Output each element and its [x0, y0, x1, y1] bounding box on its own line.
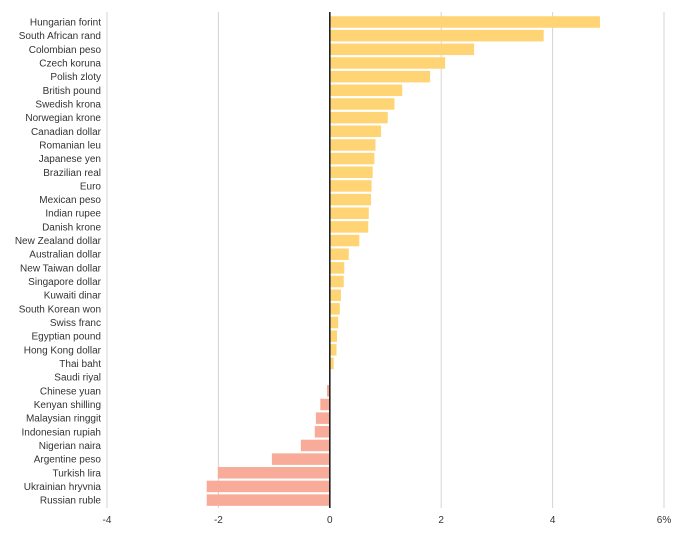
category-label: Saudi riyal: [54, 373, 101, 384]
category-label: Hungarian forint: [30, 18, 101, 29]
bar: [315, 412, 330, 424]
bar: [206, 480, 330, 493]
currency-change-bar-chart: Hungarian forint South African rand Colomb…: [15, 12, 672, 526]
bar: [329, 234, 360, 247]
bar: [329, 139, 376, 151]
category-label: Chinese yuan: [40, 386, 101, 397]
bar: [314, 426, 330, 438]
bar: [329, 303, 340, 315]
bar: [329, 180, 372, 192]
category-label: South African rand: [19, 31, 101, 42]
bar: [329, 289, 341, 301]
bar: [329, 43, 475, 56]
category-label: New Zealand dollar: [15, 236, 102, 247]
category-label: Indonesian rupiah: [21, 427, 101, 438]
bar: [206, 494, 330, 506]
category-label: New Taiwan dollar: [20, 263, 102, 274]
bar: [329, 125, 382, 138]
category-label: Swiss franc: [50, 318, 101, 329]
category-label: Malaysian ringgit: [26, 414, 101, 425]
bar: [329, 29, 544, 42]
bar: [329, 248, 349, 260]
category-label: Ukrainian hryvnia: [24, 482, 102, 493]
category-labels: Hungarian forint South African rand Colomb…: [15, 18, 102, 507]
category-label: Turkish lira: [52, 468, 101, 479]
category-label: Polish zloty: [50, 72, 101, 83]
category-label: Nigerian naira: [39, 441, 102, 452]
category-label: Argentine peso: [34, 455, 102, 466]
bar: [329, 152, 375, 165]
category-label: Euro: [80, 181, 102, 192]
bar: [329, 316, 339, 329]
category-label: Czech koruna: [39, 58, 101, 69]
x-tick-label: -4: [103, 515, 112, 526]
category-label: Indian rupee: [45, 209, 101, 220]
x-tick-label: 6%: [657, 515, 672, 526]
bar: [320, 398, 330, 411]
category-label: Japanese yen: [39, 154, 101, 165]
category-label: Hong Kong dollar: [24, 345, 102, 356]
x-tick-label: 0: [327, 515, 333, 526]
x-axis-tick-labels: -4 -2 0 2 4 6%: [103, 515, 672, 526]
bar: [329, 207, 369, 219]
category-label: Russian ruble: [40, 496, 102, 507]
bar: [329, 193, 372, 206]
category-label: Mexican peso: [39, 195, 101, 206]
category-label: British pound: [43, 86, 101, 97]
x-tick-label: 4: [550, 515, 556, 526]
bar: [329, 98, 395, 110]
x-tick-label: 2: [438, 515, 444, 526]
category-label: Colombian peso: [29, 45, 102, 56]
category-label: Swedish krona: [35, 99, 101, 110]
bar: [329, 70, 431, 83]
category-label: Kenyan shilling: [34, 400, 101, 411]
bar: [329, 330, 338, 342]
bar: [300, 439, 330, 452]
category-label: South Korean won: [19, 304, 101, 315]
bar: [329, 344, 337, 356]
bar: [329, 262, 345, 274]
category-label: Thai baht: [59, 359, 101, 370]
bar: [329, 275, 344, 288]
category-label: Danish krone: [42, 222, 101, 233]
bar: [217, 467, 330, 479]
bar: [271, 453, 330, 465]
category-label: Norwegian krone: [25, 113, 101, 124]
category-label: Brazilian real: [43, 168, 101, 179]
x-tick-label: -2: [214, 515, 223, 526]
category-label: Canadian dollar: [31, 127, 102, 138]
bar: [329, 84, 403, 97]
bar: [329, 111, 388, 124]
category-label: Kuwaiti dinar: [44, 291, 102, 302]
bar: [329, 57, 446, 69]
bar: [329, 166, 373, 179]
category-label: Romanian leu: [39, 140, 101, 151]
category-label: Egyptian pound: [31, 332, 101, 343]
bar: [329, 16, 600, 28]
bars: [206, 16, 600, 506]
category-label: Australian dollar: [29, 250, 101, 261]
category-label: Singapore dollar: [28, 277, 101, 288]
bar: [329, 221, 369, 233]
